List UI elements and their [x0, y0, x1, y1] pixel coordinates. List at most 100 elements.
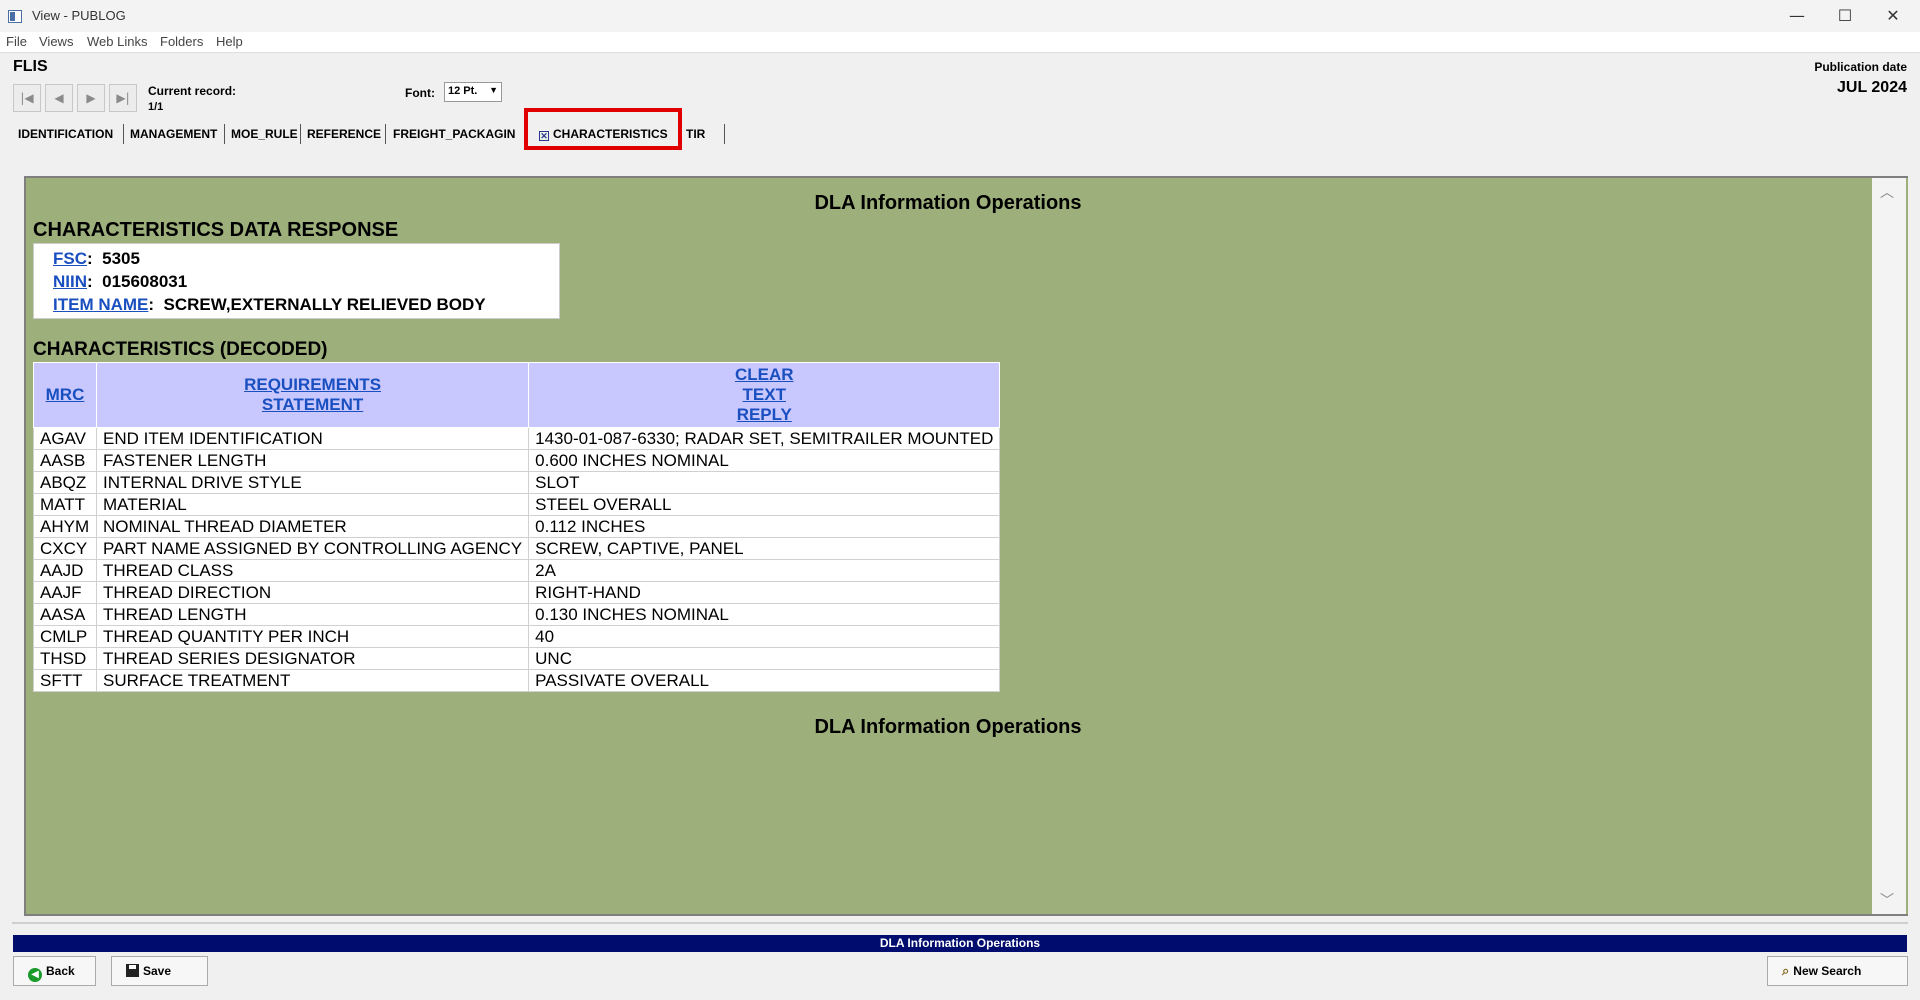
requirement-cell: NOMINAL THREAD DIAMETER — [95, 515, 530, 538]
requirements-header: REQUIREMENTS STATEMENT — [95, 362, 530, 428]
reply-cell: 1430-01-087-6330; RADAR SET, SEMITRAILER… — [528, 427, 1001, 450]
requirement-cell: THREAD SERIES DESIGNATOR — [95, 647, 530, 670]
previous-record-icon[interactable]: ◀ — [45, 84, 73, 112]
menu-views[interactable]: Views — [39, 34, 73, 49]
last-record-icon[interactable]: ▶| — [109, 84, 137, 112]
item-name-row: ITEM NAME: SCREW,EXTERNALLY RELIEVED BOD… — [53, 295, 486, 314]
tab-tir[interactable]: TIR — [686, 124, 705, 141]
identification-box: FSC: 5305 NIIN: 015608031 ITEM NAME: SCR… — [33, 243, 560, 319]
font-size-select[interactable]: 12 Pt. ▼ — [444, 82, 502, 102]
item-name-value: SCREW,EXTERNALLY RELIEVED BODY — [163, 295, 486, 314]
requirement-cell: THREAD DIRECTION — [95, 581, 530, 604]
tab-freight-packaging[interactable]: FREIGHT_PACKAGIN — [393, 124, 525, 141]
banner-bottom: DLA Information Operations — [814, 716, 1082, 738]
requirement-cell: THREAD CLASS — [95, 559, 530, 582]
requirement-cell: FASTENER LENGTH — [95, 449, 530, 472]
next-record-icon[interactable]: ▶ — [77, 84, 105, 112]
save-button-label: Save — [143, 964, 172, 978]
vertical-scrollbar[interactable]: ︿ ﹀ — [1872, 178, 1906, 914]
tab-management[interactable]: MANAGEMENT — [130, 124, 217, 141]
reply-header: CLEAR TEXT REPLY — [528, 362, 1001, 428]
mrc-cell: AASA — [33, 603, 97, 626]
mrc-cell: MATT — [33, 493, 97, 516]
mrc-cell: SFTT — [33, 669, 97, 692]
reply-cell: UNC — [528, 647, 1001, 670]
response-title: CHARACTERISTICS DATA RESPONSE — [33, 219, 399, 241]
requirement-cell: END ITEM IDENTIFICATION — [95, 427, 530, 450]
mrc-cell: ABQZ — [33, 471, 97, 494]
tab-reference[interactable]: REFERENCE — [307, 124, 381, 141]
niin-link[interactable]: NIIN — [53, 272, 87, 291]
minimize-button[interactable]: — — [1774, 4, 1820, 28]
menu-bar: File Views Web Links Folders Help — [0, 32, 1920, 53]
table-row: AASA THREAD LENGTH 0.130 INCHES NOMINAL — [33, 603, 1001, 626]
menu-web-links[interactable]: Web Links — [87, 34, 147, 49]
tab-moe-rule[interactable]: MOE_RULE — [231, 124, 298, 141]
mrc-cell: THSD — [33, 647, 97, 670]
table-row: MATT MATERIAL STEEL OVERALL — [33, 493, 1001, 516]
requirement-cell: MATERIAL — [95, 493, 530, 516]
close-button[interactable]: ✕ — [1870, 4, 1916, 28]
maximize-button[interactable]: ☐ — [1822, 4, 1868, 28]
menu-file[interactable]: File — [6, 34, 27, 49]
requirement-cell: SURFACE TREATMENT — [95, 669, 530, 692]
font-label: Font: — [405, 86, 435, 100]
requirement-cell: INTERNAL DRIVE STYLE — [95, 471, 530, 494]
table-row: CMLP THREAD QUANTITY PER INCH 40 — [33, 625, 1001, 648]
search-icon: ⌕ — [1782, 964, 1790, 979]
publication-date: JUL 2024 — [1837, 79, 1907, 96]
niin-row: NIIN: 015608031 — [53, 272, 188, 291]
reply-cell: STEEL OVERALL — [528, 493, 1001, 516]
current-record-value: 1/1 — [148, 101, 164, 113]
fsc-link[interactable]: FSC — [53, 249, 87, 268]
scroll-up-icon[interactable]: ︿ — [1880, 182, 1894, 202]
title-bar: View - PUBLOG — ☐ ✕ — [0, 0, 1920, 32]
active-tab-highlight — [524, 108, 682, 150]
new-search-button-label: New Search — [1793, 964, 1862, 978]
tab-identification[interactable]: IDENTIFICATION — [18, 124, 113, 141]
scroll-down-icon[interactable]: ﹀ — [1880, 890, 1894, 910]
table-row: ABQZ INTERNAL DRIVE STYLE SLOT — [33, 471, 1001, 494]
reply-cell: PASSIVATE OVERALL — [528, 669, 1001, 692]
mrc-cell: AASB — [33, 449, 97, 472]
table-row: SFTT SURFACE TREATMENT PASSIVATE OVERALL — [33, 669, 1001, 692]
tab-divider — [300, 124, 301, 144]
save-icon — [126, 964, 139, 977]
decoded-title: CHARACTERISTICS (DECODED) — [33, 339, 328, 360]
status-bar: DLA Information Operations — [13, 935, 1907, 952]
mrc-cell: AAJD — [33, 559, 97, 582]
fsc-row: FSC: 5305 — [53, 249, 140, 268]
new-search-button[interactable]: ⌕ New Search — [1767, 956, 1908, 986]
section-title: FLIS — [13, 58, 48, 75]
characteristics-table: MRC REQUIREMENTS STATEMENT CLEAR TEXT REPLY… — [33, 362, 1001, 692]
banner-top: DLA Information Operations — [814, 192, 1082, 214]
back-button[interactable]: ◀ Back — [13, 956, 96, 986]
reply-cell: 2A — [528, 559, 1001, 582]
mrc-header-link[interactable]: MRC — [46, 385, 85, 404]
requirement-cell: THREAD QUANTITY PER INCH — [95, 625, 530, 648]
table-row: THSD THREAD SERIES DESIGNATOR UNC — [33, 647, 1001, 670]
current-record-label: Current record: — [148, 84, 237, 98]
menu-help[interactable]: Help — [216, 34, 243, 49]
first-record-icon[interactable]: |◀ — [13, 84, 41, 112]
table-row: AGAV END ITEM IDENTIFICATION 1430-01-087-6… — [33, 427, 1001, 450]
reply-cell: 0.112 INCHES — [528, 515, 1001, 538]
requirements-header-link[interactable]: REQUIREMENTS STATEMENT — [244, 375, 381, 414]
mrc-cell: CMLP — [33, 625, 97, 648]
reply-header-link[interactable]: CLEAR TEXT REPLY — [735, 365, 794, 424]
item-name-link[interactable]: ITEM NAME — [53, 295, 148, 314]
menu-folders[interactable]: Folders — [160, 34, 203, 49]
reply-cell: 0.130 INCHES NOMINAL — [528, 603, 1001, 626]
chevron-down-icon: ▼ — [489, 85, 498, 95]
mrc-cell: AHYM — [33, 515, 97, 538]
back-button-label: Back — [46, 964, 75, 978]
table-row: AHYM NOMINAL THREAD DIAMETER 0.112 INCHES — [33, 515, 1001, 538]
requirement-cell: PART NAME ASSIGNED BY CONTROLLING AGENCY — [95, 537, 530, 560]
mrc-cell: CXCY — [33, 537, 97, 560]
tab-divider — [224, 124, 225, 144]
mrc-cell: AGAV — [33, 427, 97, 450]
tab-divider — [385, 124, 386, 144]
mrc-cell: AAJF — [33, 581, 97, 604]
publication-date-label: Publication date — [1814, 60, 1907, 74]
save-button[interactable]: Save — [111, 956, 208, 986]
